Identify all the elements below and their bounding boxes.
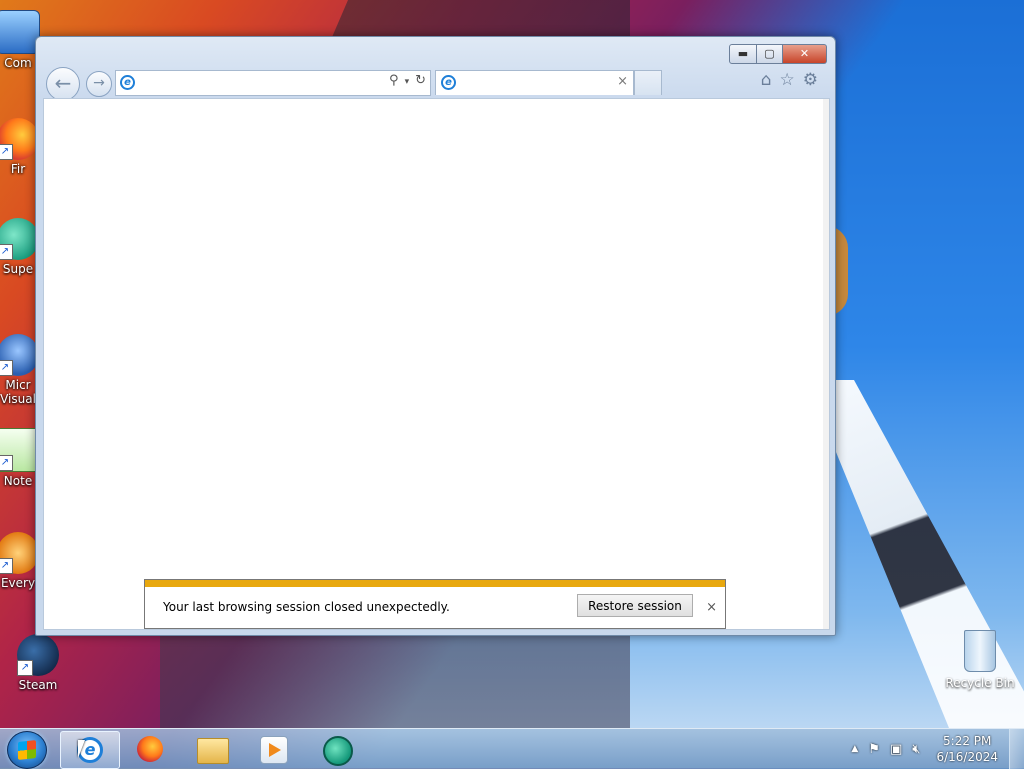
mouse-cursor-icon xyxy=(78,740,85,758)
clock-time: 5:22 PM xyxy=(943,734,992,748)
shortcut-arrow-icon: ↗ xyxy=(17,660,33,676)
back-button[interactable]: ← xyxy=(46,67,80,101)
close-button[interactable]: ✕ xyxy=(783,44,827,64)
desktop-icon-steam[interactable]: ↗ Steam xyxy=(0,634,78,692)
address-input[interactable] xyxy=(140,73,374,93)
maximize-button[interactable]: ▢ xyxy=(757,44,783,64)
ie-tab-icon: e xyxy=(441,75,456,90)
supercopier-icon: ↗ xyxy=(0,218,39,260)
media-player-icon xyxy=(260,736,288,764)
desktop-icon-label: Steam xyxy=(18,678,58,692)
chevron-down-icon[interactable]: ▾ xyxy=(405,73,410,91)
shortcut-arrow-icon: ↗ xyxy=(0,558,13,574)
minimize-button[interactable]: ▬ xyxy=(729,44,757,64)
everything-icon: ↗ xyxy=(0,532,39,574)
window-controls: ▬ ▢ ✕ xyxy=(729,44,827,64)
taskbar-item-internet-explorer[interactable]: e xyxy=(60,731,120,769)
gear-icon[interactable]: ⚙ xyxy=(803,70,818,90)
start-button[interactable] xyxy=(7,731,47,769)
browser-tools: ⌂ ☆ ⚙ xyxy=(761,70,818,90)
page-content[interactable]: Your last browsing session closed unexpe… xyxy=(43,98,830,630)
new-tab-button[interactable] xyxy=(634,70,662,95)
arrow-left-icon: ← xyxy=(54,71,72,95)
network-icon[interactable]: ▣ xyxy=(890,742,902,757)
firefox-icon xyxy=(137,736,163,762)
shortcut-arrow-icon: ↗ xyxy=(0,455,13,471)
clock[interactable]: 5:22 PM 6/16/2024 xyxy=(936,733,998,765)
taskbar: e ▲ ⚑ ▣ 🔇︎ 5:22 PM 6/16/2024 xyxy=(0,728,1024,769)
browser-window: ▬ ▢ ✕ ← → e ⚲ ▾ ↻ e × ⌂ ☆ ⚙ Your last br… xyxy=(35,36,836,636)
notification-message: Your last browsing session closed unexpe… xyxy=(163,600,450,614)
folder-icon xyxy=(197,738,229,764)
app-icon xyxy=(323,736,353,766)
notepad-icon: ↗ xyxy=(0,428,40,472)
clock-date: 6/16/2024 xyxy=(936,750,998,764)
forward-button[interactable]: → xyxy=(86,71,112,97)
taskbar-item-firefox[interactable] xyxy=(121,731,179,767)
search-icon[interactable]: ⚲ xyxy=(389,73,399,91)
show-desktop-button[interactable] xyxy=(1009,729,1024,769)
volume-muted-icon[interactable]: 🔇︎ xyxy=(912,742,920,757)
notification-accent xyxy=(145,580,725,587)
steam-icon: ↗ xyxy=(17,634,59,676)
visual-studio-icon: ↗ xyxy=(0,334,39,376)
shortcut-arrow-icon: ↗ xyxy=(0,144,13,160)
shortcut-arrow-icon: ↗ xyxy=(0,244,13,260)
action-center-flag-icon[interactable]: ⚑ xyxy=(868,742,880,757)
arrow-right-icon: → xyxy=(93,75,105,91)
windows-logo-icon xyxy=(18,740,36,760)
taskbar-item-media-player[interactable] xyxy=(244,731,302,767)
notification-bar: Your last browsing session closed unexpe… xyxy=(144,579,726,629)
star-icon[interactable]: ☆ xyxy=(780,70,795,90)
tab-blank[interactable]: e × xyxy=(435,70,634,95)
ie-page-icon: e xyxy=(120,75,135,90)
recycle-bin-icon xyxy=(964,630,996,672)
scrollbar[interactable] xyxy=(823,99,829,629)
taskbar-item-sticky-app[interactable] xyxy=(307,731,365,767)
taskbar-item-file-explorer[interactable] xyxy=(183,731,241,767)
home-icon[interactable]: ⌂ xyxy=(761,70,772,90)
system-tray: ▲ ⚑ ▣ 🔇︎ 5:22 PM 6/16/2024 xyxy=(851,729,998,769)
navigation-bar: ← → e ⚲ ▾ ↻ e × ⌂ ☆ ⚙ xyxy=(44,67,824,101)
desktop-icon-recycle-bin[interactable]: Recycle Bin xyxy=(940,630,1020,690)
address-actions: ⚲ ▾ ↻ xyxy=(389,73,426,91)
computer-icon xyxy=(0,10,40,54)
refresh-icon[interactable]: ↻ xyxy=(415,73,426,91)
tab-close-icon[interactable]: × xyxy=(617,74,628,89)
notification-close-icon[interactable]: × xyxy=(706,600,717,615)
address-bar[interactable]: e ⚲ ▾ ↻ xyxy=(115,70,431,96)
shortcut-arrow-icon: ↗ xyxy=(0,360,13,376)
desktop-icon-label: Recycle Bin xyxy=(945,676,1015,690)
firefox-icon: ↗ xyxy=(0,118,39,160)
show-hidden-icons-icon[interactable]: ▲ xyxy=(851,744,858,754)
restore-session-button[interactable]: Restore session xyxy=(577,594,693,617)
